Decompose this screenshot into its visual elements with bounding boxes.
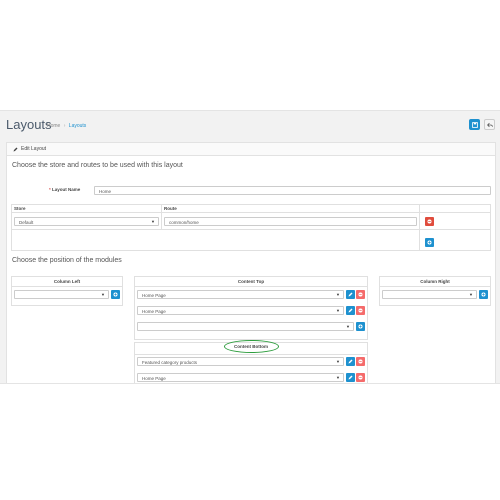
plus-circle-icon <box>113 292 118 297</box>
pencil-icon <box>13 147 18 151</box>
pencil-icon <box>348 308 353 313</box>
breadcrumb-home[interactable]: Home <box>47 123 60 129</box>
breadcrumb: Home › Layouts <box>47 123 86 129</box>
chevron-down-icon: ▼ <box>336 308 340 313</box>
route-column-header: Route <box>164 206 177 211</box>
pencil-icon <box>348 292 353 297</box>
content-top-edit-button-1[interactable] <box>346 290 355 299</box>
content-bottom-select-value: Home Page <box>142 376 166 381</box>
panel-heading: Edit Layout <box>7 143 495 156</box>
route-input[interactable]: common/home <box>164 217 417 226</box>
content-top-remove-button-2[interactable] <box>356 306 365 315</box>
plus-circle-icon <box>481 292 486 297</box>
column-left-add-button[interactable] <box>111 290 120 299</box>
pencil-icon <box>348 375 353 380</box>
content-bottom-edit-button-1[interactable] <box>346 357 355 366</box>
content-bottom-divider <box>134 354 368 355</box>
page-title: Layouts <box>6 117 52 132</box>
save-icon <box>471 121 478 128</box>
content-bottom-select-1[interactable]: Featured category products ▼ <box>137 357 344 366</box>
table-action-divider <box>419 204 420 251</box>
content-top-select-new[interactable]: ▼ <box>137 322 354 331</box>
chevron-down-icon: ▼ <box>101 292 105 297</box>
plus-circle-icon <box>358 324 363 329</box>
content-top-title: Content Top <box>237 279 265 284</box>
content-bottom-edit-button-2[interactable] <box>346 373 355 382</box>
store-select[interactable]: Default ▼ <box>14 217 159 226</box>
minus-circle-icon <box>358 375 363 380</box>
column-right-select[interactable]: ▼ <box>382 290 477 299</box>
add-route-button[interactable] <box>425 238 434 247</box>
column-right-divider <box>379 286 491 287</box>
content-bottom-remove-button-2[interactable] <box>356 373 365 382</box>
plus-circle-icon <box>427 240 432 245</box>
layout-name-label-text: Layout Name <box>52 187 81 192</box>
content-top-add-button[interactable] <box>356 322 365 331</box>
panel-heading-text: Edit Layout <box>21 146 47 152</box>
layout-name-label: * Layout Name <box>49 187 80 192</box>
store-section-title: Choose the store and routes to be used w… <box>12 162 183 169</box>
column-right-title: Column Right <box>420 279 450 284</box>
minus-circle-icon <box>427 219 432 224</box>
minus-circle-icon <box>358 292 363 297</box>
content-top-select-1[interactable]: Home Page ▼ <box>137 290 344 299</box>
column-right-add-button[interactable] <box>479 290 488 299</box>
remove-route-button[interactable] <box>425 217 434 226</box>
content-bottom-select-value: Featured category products <box>142 360 198 365</box>
content-top-edit-button-2[interactable] <box>346 306 355 315</box>
breadcrumb-separator: › <box>63 123 66 129</box>
pencil-icon <box>348 359 353 364</box>
content-top-select-2[interactable]: Home Page ▼ <box>137 306 344 315</box>
chevron-down-icon: ▼ <box>336 292 340 297</box>
back-button[interactable] <box>484 119 495 130</box>
modules-section-title: Choose the position of the modules <box>12 257 122 264</box>
layout-name-input[interactable]: Home <box>94 186 491 195</box>
breadcrumb-layouts[interactable]: Layouts <box>69 123 87 129</box>
minus-circle-icon <box>358 308 363 313</box>
content-bottom-select-2[interactable]: Home Page ▼ <box>137 373 344 382</box>
content-top-remove-button-1[interactable] <box>356 290 365 299</box>
column-left-select[interactable]: ▼ <box>14 290 109 299</box>
chevron-down-icon: ▼ <box>336 359 340 364</box>
save-button[interactable] <box>469 119 480 130</box>
store-select-value: Default <box>19 220 34 225</box>
table-col-divider <box>161 204 162 229</box>
edit-layout-panel: Edit Layout Choose the store and routes … <box>6 142 496 383</box>
content-bottom-remove-button-1[interactable] <box>356 357 365 366</box>
admin-frame: Layouts Home › Layouts Edit Layout Choos… <box>0 110 500 384</box>
content-top-select-value: Home Page <box>142 293 166 298</box>
content-top-divider <box>134 286 368 287</box>
chevron-down-icon: ▼ <box>346 324 350 329</box>
content-top-select-value: Home Page <box>142 309 166 314</box>
chevron-down-icon: ▼ <box>469 292 473 297</box>
page-header: Layouts Home › Layouts <box>0 111 500 141</box>
column-left-title: Column Left <box>53 279 81 284</box>
chevron-down-icon: ▼ <box>151 219 155 224</box>
reply-icon <box>486 122 493 127</box>
column-left-divider <box>11 286 123 287</box>
content-bottom-title: Content Bottom <box>234 344 268 349</box>
store-column-header: Store <box>14 206 26 211</box>
minus-circle-icon <box>358 359 363 364</box>
chevron-down-icon: ▼ <box>336 375 340 380</box>
